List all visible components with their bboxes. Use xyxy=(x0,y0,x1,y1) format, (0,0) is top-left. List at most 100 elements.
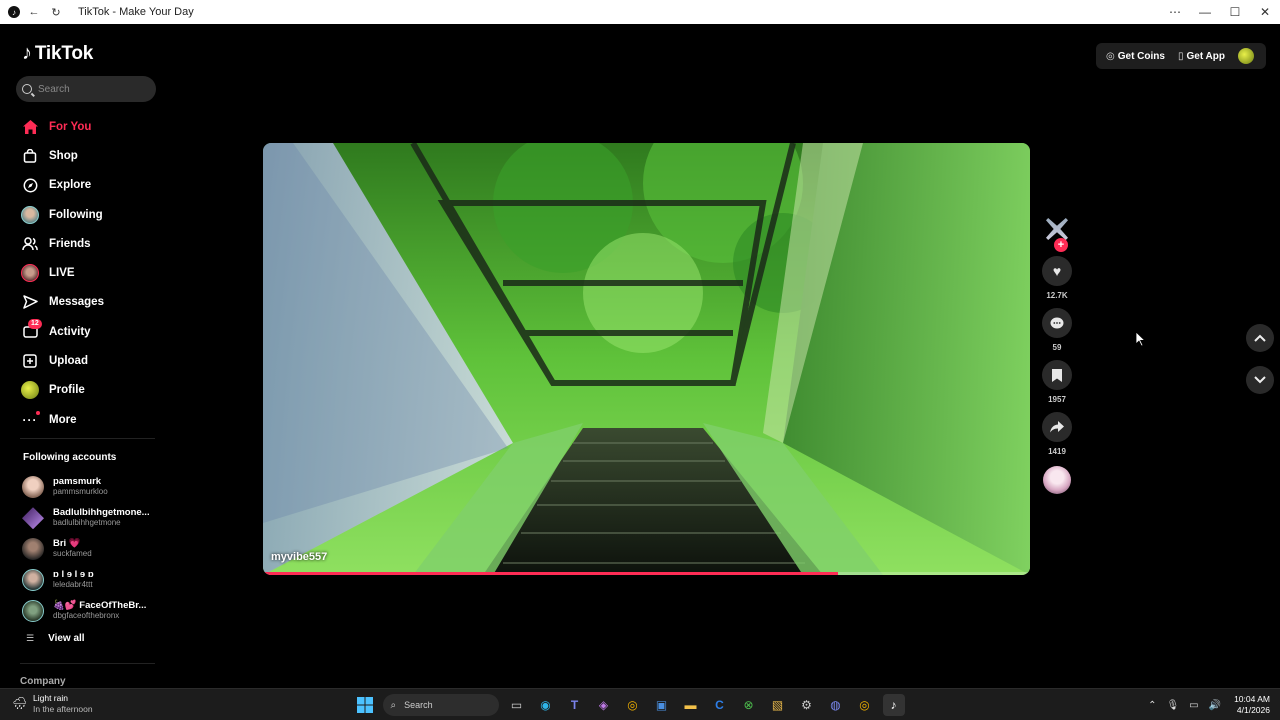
xbox-icon[interactable]: ⊗ xyxy=(738,694,760,716)
following-account[interactable]: pamsmurk pammsmurkloo xyxy=(22,472,150,503)
taskbar-search[interactable]: ⌕ Search xyxy=(382,694,499,716)
chrome-profile-icon[interactable]: ◎ xyxy=(854,694,876,716)
get-app-button[interactable]: ▯ Get App xyxy=(1178,51,1225,62)
store-icon[interactable]: ▣ xyxy=(651,694,673,716)
heart-icon: ♥ xyxy=(1052,263,1062,279)
share-count: 1419 xyxy=(1048,447,1066,456)
more-options-button[interactable]: ⋯ xyxy=(1160,0,1190,24)
chevron-down-icon xyxy=(1254,376,1266,384)
music-disc[interactable] xyxy=(1043,466,1071,494)
nav-friends[interactable]: Friends xyxy=(20,229,104,258)
more-notification-dot xyxy=(36,410,40,415)
next-video-button[interactable] xyxy=(1246,366,1274,394)
minimize-button[interactable]: — xyxy=(1190,0,1220,24)
settings-icon[interactable]: ⚙ xyxy=(796,694,818,716)
user-avatar[interactable] xyxy=(1238,48,1254,64)
maximize-button[interactable]: ☐ xyxy=(1220,0,1250,24)
upload-icon xyxy=(20,351,40,371)
window-title: TikTok - Make Your Day xyxy=(78,6,194,18)
mouse-cursor-icon xyxy=(1136,332,1146,347)
video-progress-bar xyxy=(263,572,839,575)
file-explorer-icon[interactable]: ▬ xyxy=(680,694,702,716)
video-player[interactable]: myvibe557 xyxy=(263,143,1030,575)
following-account[interactable]: Bri 💗 suckfamed xyxy=(22,534,150,565)
get-coins-button[interactable]: ◎ Get Coins xyxy=(1106,51,1165,62)
task-view-icon[interactable]: ▭ xyxy=(506,694,528,716)
sidebar: ♪ TikTok For You Shop Explore xyxy=(0,24,170,688)
rain-cloud-icon: 🌧 xyxy=(12,696,28,710)
previous-video-button[interactable] xyxy=(1246,324,1274,352)
list-icon: ☰ xyxy=(26,633,35,643)
like-button[interactable]: ♥ xyxy=(1042,256,1072,286)
video-frame xyxy=(263,143,1030,575)
tiktok-note-icon: ♪ xyxy=(22,42,32,64)
shop-icon xyxy=(20,146,40,166)
avatar xyxy=(22,507,44,530)
clock[interactable]: 10:04 AM 4/1/2026 xyxy=(1234,694,1270,716)
compass-icon xyxy=(20,175,40,195)
company-link[interactable]: Company xyxy=(20,676,66,687)
comment-icon xyxy=(1050,317,1064,328)
microphone-icon[interactable]: 🎙 xyxy=(1166,700,1179,711)
save-button[interactable] xyxy=(1042,360,1072,390)
following-account[interactable]: 🍇💕 FaceOfTheBr... dbgfaceofthebronx xyxy=(22,595,150,626)
nav-messages[interactable]: Messages xyxy=(20,288,104,317)
chrome-icon[interactable]: ◎ xyxy=(622,694,644,716)
back-icon[interactable]: ← xyxy=(26,0,42,24)
phone-icon: ▯ xyxy=(1177,50,1184,62)
volume-icon[interactable]: 🔊 xyxy=(1209,700,1221,711)
comment-count: 59 xyxy=(1052,343,1062,352)
capcut-icon[interactable]: C xyxy=(709,694,731,716)
weather-widget[interactable]: 🌧 Light rain In the afternoon xyxy=(12,693,93,715)
teams-icon[interactable]: T xyxy=(564,694,586,716)
tiktok-logo[interactable]: ♪ TikTok xyxy=(22,42,93,65)
share-button[interactable] xyxy=(1042,412,1072,442)
refresh-icon[interactable]: ↻ xyxy=(48,0,64,24)
divider xyxy=(20,438,155,439)
following-accounts-title: Following accounts xyxy=(23,452,117,463)
creator-avatar[interactable]: + xyxy=(1044,218,1070,252)
friends-icon xyxy=(20,234,40,254)
nav-profile[interactable]: Profile xyxy=(20,376,104,405)
chevron-up-icon[interactable]: ⌃ xyxy=(1148,700,1156,711)
home-icon xyxy=(20,117,40,137)
copilot-icon[interactable]: ◈ xyxy=(593,694,615,716)
tiktok-taskbar-icon[interactable]: ♪ xyxy=(882,694,905,716)
search-input[interactable] xyxy=(38,83,148,95)
taskbar-apps: ⌕ Search ▭ ◉ T ◈ ◎ ▣ ▬ C ⊗ ▧ ⚙ ◍ ◎ ♪ xyxy=(350,693,908,717)
search-icon: ⌕ xyxy=(390,699,397,711)
following-account[interactable]: Badlulbihhgetmone... badlulbihhgetmone xyxy=(22,503,150,534)
video-actions: + ♥ 12.7K 59 1957 1419 xyxy=(1040,218,1074,494)
nav-following[interactable]: Following xyxy=(20,200,104,229)
main-nav: For You Shop Explore Following Friends L… xyxy=(20,112,104,434)
top-actions-bar: ◎ Get Coins ▯ Get App xyxy=(1096,43,1266,69)
windows-start-icon[interactable] xyxy=(354,694,376,716)
discord-icon[interactable]: ◍ xyxy=(825,694,847,716)
system-tray: ⌃ 🎙 ▭ 🔊 10:04 AM 4/1/2026 xyxy=(1143,693,1270,717)
video-author[interactable]: myvibe557 xyxy=(271,551,327,563)
comment-button[interactable] xyxy=(1042,308,1072,338)
nav-for-you[interactable]: For You xyxy=(20,112,104,141)
avatar xyxy=(22,476,44,499)
bookmark-icon xyxy=(1052,368,1062,382)
photos-icon[interactable]: ▧ xyxy=(767,694,789,716)
divider xyxy=(20,663,155,664)
nav-explore[interactable]: Explore xyxy=(20,171,104,200)
close-button[interactable]: ✕ xyxy=(1250,0,1280,24)
view-all-button[interactable]: ☰ View all xyxy=(26,633,85,644)
nav-activity[interactable]: 12 Activity xyxy=(20,317,104,346)
like-count: 12.7K xyxy=(1046,291,1068,300)
nav-more[interactable]: ··· More xyxy=(20,405,104,434)
edge-icon[interactable]: ◉ xyxy=(535,694,557,716)
profile-avatar-icon xyxy=(20,380,40,400)
following-account[interactable]: ɒ l ɘ l ɘ ɒ leledabr4ttt xyxy=(22,564,150,595)
nav-upload[interactable]: Upload xyxy=(20,346,104,375)
follow-plus-icon[interactable]: + xyxy=(1054,238,1068,252)
avatar xyxy=(22,537,44,560)
tiktok-app-icon: ♪ xyxy=(8,6,20,18)
search-box[interactable] xyxy=(16,76,156,102)
following-accounts-list: pamsmurk pammsmurkloo Badlulbihhgetmone..… xyxy=(22,472,150,626)
nav-live[interactable]: LIVE xyxy=(20,258,104,287)
display-icon[interactable]: ▭ xyxy=(1189,700,1198,711)
nav-shop[interactable]: Shop xyxy=(20,141,104,170)
